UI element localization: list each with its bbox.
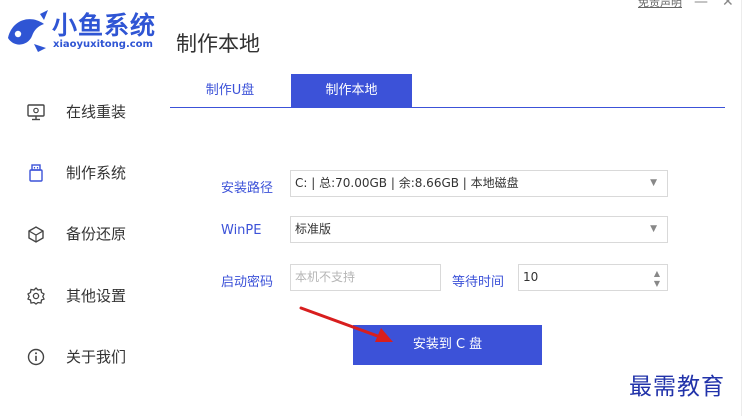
boot-password-label: 启动密码 — [221, 275, 274, 290]
app-logo: 小鱼系统 xiaoyuxitong.com — [0, 0, 165, 70]
wait-time-label: 等待时间 — [452, 275, 505, 290]
usb-drive-icon — [29, 164, 43, 182]
tab-make-local[interactable]: 制作本地 — [291, 74, 412, 107]
install-path-value: C: | 总:70.00GB | 余:8.66GB | 本地磁盘 — [295, 176, 519, 190]
fish-logo-icon — [8, 10, 48, 52]
sidebar-item-label: 关于我们 — [66, 348, 127, 366]
red-arrow-annotation — [299, 306, 393, 342]
chevron-down-icon: ▼ — [650, 224, 657, 234]
sidebar-item-backup-restore[interactable]: 备份还原 — [0, 214, 160, 254]
winpe-select[interactable]: 标准版 ▼ — [290, 216, 668, 243]
winpe-label: WinPE — [221, 223, 262, 238]
wait-time-value: 10 — [523, 270, 539, 284]
info-icon — [27, 348, 45, 366]
monitor-icon — [27, 104, 45, 121]
stepper-up-icon[interactable]: ▲ — [654, 270, 660, 278]
sidebar-item-make-system[interactable]: 制作系统 — [0, 153, 160, 193]
sidebar-item-label: 备份还原 — [66, 225, 127, 243]
tab-make-usb[interactable]: 制作U盘 — [170, 74, 290, 107]
stepper-down-icon[interactable]: ▼ — [654, 280, 660, 288]
chevron-down-icon: ▼ — [650, 178, 657, 188]
disclaimer-link[interactable]: 免责声明 — [638, 0, 682, 10]
watermark-text: 最需教育 — [629, 374, 725, 400]
sidebar-item-label: 在线重装 — [66, 103, 127, 121]
boot-password-placeholder: 本机不支持 — [295, 270, 356, 284]
tab-underline — [170, 107, 725, 108]
install-path-label: 安装路径 — [221, 181, 274, 196]
logo-text: 小鱼系统 — [52, 11, 157, 40]
winpe-value: 标准版 — [295, 222, 332, 236]
backup-box-icon — [28, 226, 44, 243]
sidebar-item-label: 制作系统 — [66, 164, 127, 182]
window-right-edge — [741, 0, 752, 416]
sidebar-item-other-settings[interactable]: 其他设置 — [0, 276, 160, 316]
wait-time-stepper[interactable]: 10 ▲ ▼ — [518, 264, 668, 291]
sidebar-item-online-reinstall[interactable]: 在线重装 — [0, 92, 160, 132]
logo-domain: xiaoyuxitong.com — [53, 39, 153, 50]
gear-icon — [27, 287, 45, 305]
close-button[interactable]: ✕ — [722, 0, 734, 10]
sidebar-item-label: 其他设置 — [66, 287, 127, 305]
page-title: 制作本地 — [176, 32, 260, 56]
minimize-button[interactable]: — — [694, 0, 708, 10]
sidebar-item-about-us[interactable]: 关于我们 — [0, 337, 160, 377]
boot-password-input[interactable]: 本机不支持 — [290, 264, 441, 291]
install-path-select[interactable]: C: | 总:70.00GB | 余:8.66GB | 本地磁盘 ▼ — [290, 170, 668, 197]
